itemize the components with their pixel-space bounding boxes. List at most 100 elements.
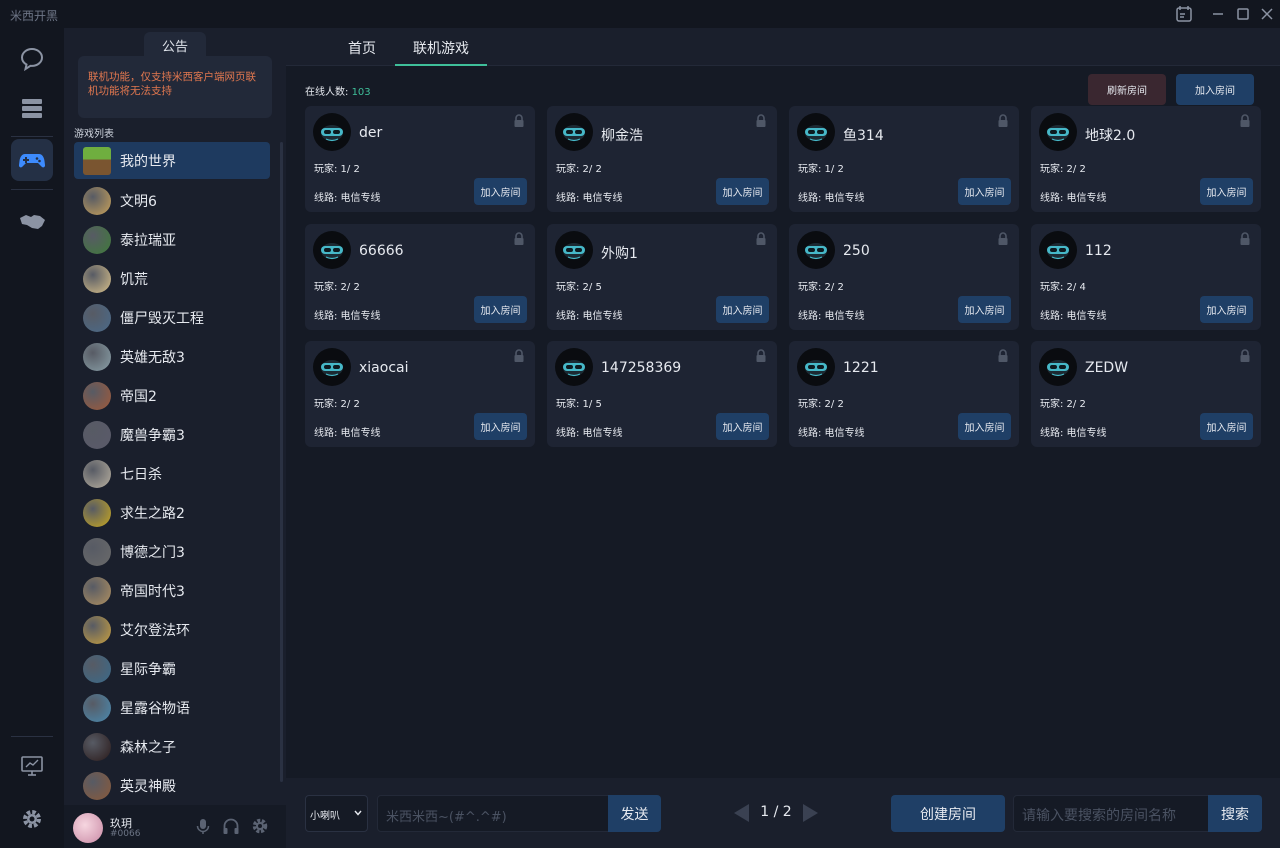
sidebar-game-item[interactable]: 森林之子 (74, 727, 270, 766)
room-card[interactable]: 66666 玩家: 2/ 2 线路: 电信专线 加入房间 (305, 223, 535, 330)
sidebar-game-item[interactable]: 星际争霸 (74, 649, 270, 688)
calendar-icon[interactable] (1174, 4, 1194, 24)
room-card[interactable]: xiaocai 玩家: 2/ 2 线路: 电信专线 加入房间 (305, 341, 535, 447)
sidebar-game-item[interactable]: 我的世界 (74, 142, 270, 179)
chat-bubble-icon[interactable] (11, 38, 53, 80)
next-page-icon[interactable] (803, 804, 818, 822)
room-card[interactable]: 鱼314 玩家: 1/ 2 线路: 电信专线 加入房间 (789, 106, 1019, 212)
game-list: 我的世界文明6 泰拉瑞亚 饥荒 僵尸毁灭工程英雄无敌3 帝国2 魔兽争霸3 七日杀 求生之路2… (74, 142, 270, 802)
sidebar-game-item[interactable]: 星露谷物语 (74, 688, 270, 727)
sidebar-game-item[interactable]: 帝国2 (74, 376, 270, 415)
game-name: 星际争霸 (120, 661, 176, 678)
goggles-avatar-icon (321, 242, 343, 259)
sidebar-game-item[interactable]: 七日杀 (74, 454, 270, 493)
room-card[interactable]: 柳金浩 玩家: 2/ 2 线路: 电信专线 加入房间 (547, 106, 777, 212)
sidebar-game-item[interactable]: 帝国时代3 (74, 571, 270, 610)
room-name: 1221 (843, 360, 879, 376)
room-card[interactable]: 147258369 玩家: 1/ 5 线路: 电信专线 加入房间 (547, 341, 777, 447)
lock-icon (756, 349, 766, 362)
previous-page-icon[interactable] (734, 804, 749, 822)
sidebar-game-item[interactable]: 英雄无敌3 (74, 337, 270, 376)
room-card[interactable]: 250 玩家: 2/ 2 线路: 电信专线 加入房间 (789, 223, 1019, 330)
sidebar-game-item[interactable]: 博德之门3 (74, 532, 270, 571)
game-name: 文明6 (120, 193, 157, 210)
sidebar-game-item[interactable]: 文明6 (74, 181, 270, 220)
game-icon (83, 537, 111, 566)
room-player-count: 玩家: 2/ 2 (314, 281, 360, 293)
room-search-input[interactable]: 请输入要搜索的房间名称 (1013, 795, 1209, 832)
room-name: xiaocai (359, 360, 409, 376)
sidebar-game-item[interactable]: 魔兽争霸3 (74, 415, 270, 454)
sidebar-game-item[interactable]: 艾尔登法环 (74, 610, 270, 649)
goggles-avatar-icon (321, 125, 343, 142)
room-join-button[interactable]: 加入房间 (716, 413, 769, 440)
game-icon (83, 654, 111, 683)
handshake-icon[interactable] (11, 201, 53, 243)
chat-input[interactable]: 米西米西~(#^.^#) (377, 795, 609, 832)
user-settings-icon[interactable] (251, 817, 269, 835)
room-join-button[interactable]: 加入房间 (474, 295, 527, 323)
room-card[interactable]: der 玩家: 1/ 2 线路: 电信专线 加入房间 (305, 106, 535, 212)
game-name: 博德之门3 (120, 544, 185, 561)
join-room-button[interactable]: 加入房间 (1176, 74, 1254, 105)
room-avatar (313, 348, 351, 386)
channel-select[interactable]: 小喇叭 (305, 795, 368, 832)
minimize-icon[interactable] (1208, 4, 1228, 24)
maximize-icon[interactable] (1233, 4, 1253, 24)
tab-online-games[interactable]: 联机游戏 (413, 38, 469, 58)
settings-gear-icon[interactable] (11, 798, 53, 840)
user-bar: 玖玥 #0066 (64, 805, 286, 848)
search-button[interactable]: 搜索 (1208, 795, 1262, 832)
room-avatar (555, 113, 593, 151)
refresh-rooms-button[interactable]: 刷新房间 (1088, 74, 1166, 105)
room-join-button[interactable]: 加入房间 (958, 413, 1011, 440)
room-card[interactable]: 112 玩家: 2/ 4 线路: 电信专线 加入房间 (1031, 223, 1261, 330)
sidebar-game-item[interactable]: 泰拉瑞亚 (74, 220, 270, 259)
title-bar: 米西开黑 (0, 0, 1280, 28)
room-join-button[interactable]: 加入房间 (716, 178, 769, 205)
send-button[interactable]: 发送 (608, 795, 661, 832)
room-avatar (1039, 230, 1077, 269)
gamepad-icon[interactable] (11, 139, 53, 181)
notice-tab[interactable]: 公告 (144, 32, 206, 58)
avatar[interactable] (73, 813, 103, 843)
close-icon[interactable] (1257, 4, 1277, 24)
room-join-button[interactable]: 加入房间 (716, 295, 769, 323)
monitor-icon[interactable] (11, 745, 53, 787)
room-line-type: 线路: 电信专线 (798, 310, 865, 322)
goggles-avatar-icon (563, 125, 585, 142)
room-line-type: 线路: 电信专线 (314, 428, 381, 439)
sidebar-game-item[interactable]: 求生之路2 (74, 493, 270, 532)
tab-bar: 首页 联机游戏 (286, 28, 1280, 66)
tab-home[interactable]: 首页 (348, 38, 376, 58)
room-card[interactable]: 1221 玩家: 2/ 2 线路: 电信专线 加入房间 (789, 341, 1019, 447)
room-join-button[interactable]: 加入房间 (958, 295, 1011, 323)
room-join-button[interactable]: 加入房间 (474, 413, 527, 440)
room-card[interactable]: ZEDW 玩家: 2/ 2 线路: 电信专线 加入房间 (1031, 341, 1261, 447)
room-join-button[interactable]: 加入房间 (474, 178, 527, 205)
room-player-count: 玩家: 1/ 2 (314, 164, 360, 175)
game-name: 英雄无敌3 (120, 349, 185, 366)
room-join-button[interactable]: 加入房间 (1200, 178, 1253, 205)
lock-icon (998, 349, 1008, 362)
lock-icon (1240, 349, 1250, 362)
online-label: 在线人数: (305, 87, 349, 98)
headphones-icon[interactable] (222, 817, 240, 835)
room-join-button[interactable]: 加入房间 (1200, 413, 1253, 440)
sidebar-game-item[interactable]: 饥荒 (74, 259, 270, 298)
goggles-avatar-icon (1047, 360, 1069, 377)
room-card[interactable]: 外购1 玩家: 2/ 5 线路: 电信专线 加入房间 (547, 223, 777, 330)
create-room-button[interactable]: 创建房间 (891, 795, 1005, 832)
room-join-button[interactable]: 加入房间 (958, 178, 1011, 205)
game-icon (83, 732, 111, 761)
sidebar-game-item[interactable]: 英灵神殿 (74, 766, 270, 802)
server-icon[interactable] (11, 87, 53, 129)
room-join-button[interactable]: 加入房间 (1200, 295, 1253, 323)
room-card[interactable]: 地球2.0 玩家: 2/ 2 线路: 电信专线 加入房间 (1031, 106, 1261, 212)
microphone-icon[interactable] (194, 817, 212, 835)
room-avatar (555, 230, 593, 269)
room-name: 112 (1085, 242, 1112, 259)
sidebar-game-item[interactable]: 僵尸毁灭工程 (74, 298, 270, 337)
game-list-scrollbar[interactable] (280, 142, 283, 782)
room-player-count: 玩家: 2/ 4 (1040, 281, 1086, 293)
